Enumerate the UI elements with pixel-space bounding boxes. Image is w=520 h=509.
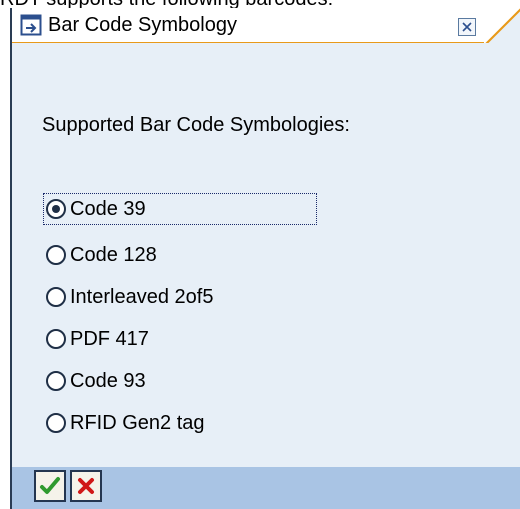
cancel-x-icon	[78, 478, 94, 494]
radio-button-selected[interactable]	[46, 199, 66, 219]
radio-option-code-39[interactable]: Code 39	[43, 193, 317, 225]
symbologies-heading: Supported Bar Code Symbologies:	[42, 114, 350, 136]
dialog-title: Bar Code Symbology	[48, 14, 237, 36]
titlebar-tab-edge	[484, 8, 520, 43]
dialog-arrow-icon	[20, 14, 42, 36]
cancel-button[interactable]	[70, 470, 102, 502]
page-caption: RDT supports the following barcodes:	[0, 0, 520, 8]
radio-button[interactable]	[46, 245, 66, 265]
confirm-button[interactable]	[34, 470, 66, 502]
radio-label: Code 128	[70, 243, 157, 266]
close-button[interactable]	[458, 18, 476, 36]
close-icon	[462, 22, 472, 32]
radio-option-pdf-417[interactable]: PDF 417	[46, 324, 149, 354]
radio-label: Code 39	[70, 197, 146, 220]
radio-label: RFID Gen2 tag	[70, 411, 205, 434]
radio-label: Code 93	[70, 369, 146, 392]
radio-label: PDF 417	[70, 327, 149, 350]
dialog-footer	[12, 467, 520, 509]
bar-code-symbology-dialog: Bar Code Symbology Supported Bar Code Sy…	[10, 8, 520, 509]
dialog-titlebar: Bar Code Symbology	[12, 8, 498, 43]
radio-option-rfid-gen2-tag[interactable]: RFID Gen2 tag	[46, 408, 205, 438]
radio-option-code-93[interactable]: Code 93	[46, 366, 146, 396]
radio-button[interactable]	[46, 413, 66, 433]
radio-option-interleaved-2of5[interactable]: Interleaved 2of5	[46, 282, 213, 312]
checkmark-icon	[40, 477, 60, 494]
radio-option-code-128[interactable]: Code 128	[46, 240, 157, 270]
radio-label: Interleaved 2of5	[70, 285, 214, 308]
radio-button[interactable]	[46, 371, 66, 391]
radio-button[interactable]	[46, 287, 66, 307]
radio-button[interactable]	[46, 329, 66, 349]
